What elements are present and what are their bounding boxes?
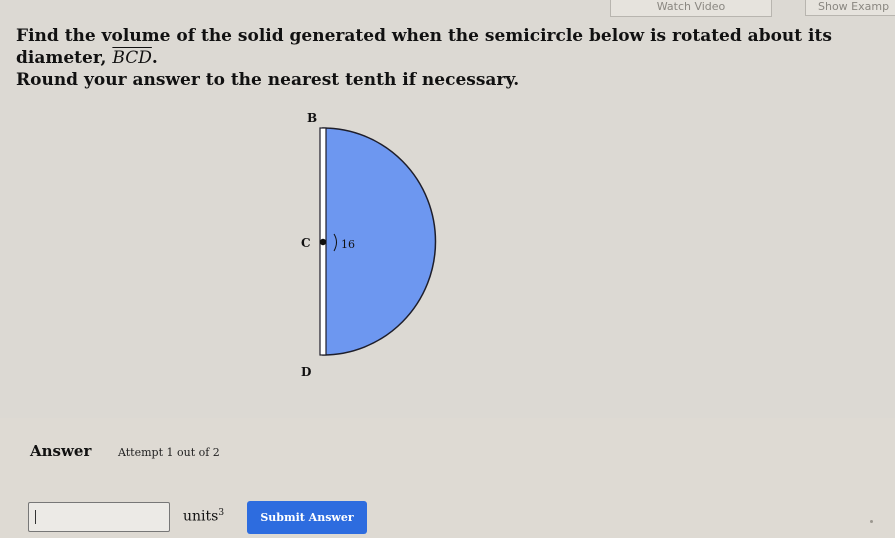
semicircle-diagram: B C 16 D (301, 111, 437, 379)
submit-answer-button[interactable]: Submit Answer (247, 501, 367, 534)
semicircle-figure: B C 16 D (285, 100, 455, 400)
show-example-button[interactable]: Show Examp (805, 0, 895, 16)
radius-label: 16 (341, 238, 355, 251)
decorative-dot (870, 520, 873, 523)
label-c: C (301, 236, 311, 250)
answer-input[interactable] (28, 502, 170, 532)
label-d: D (301, 365, 311, 379)
units-exponent: 3 (218, 508, 225, 518)
watch-video-button[interactable]: Watch Video (610, 0, 772, 17)
units-label: units3 (183, 508, 224, 525)
diameter-segment: BCD (112, 48, 152, 68)
question-text: Find the volume of the solid generated w… (16, 25, 891, 91)
semicircle-shape (322, 127, 437, 356)
question-line2: Round your answer to the nearest tenth i… (16, 70, 520, 90)
question-period: . (151, 48, 158, 68)
label-b: B (307, 111, 317, 125)
center-point (319, 238, 327, 246)
answer-heading: Answer (30, 442, 92, 460)
attempt-counter: Attempt 1 out of 2 (118, 446, 220, 459)
top-toolbar: Watch Video Show Examp (0, 0, 895, 22)
units-text: units (183, 508, 219, 525)
text-caret (35, 510, 36, 524)
